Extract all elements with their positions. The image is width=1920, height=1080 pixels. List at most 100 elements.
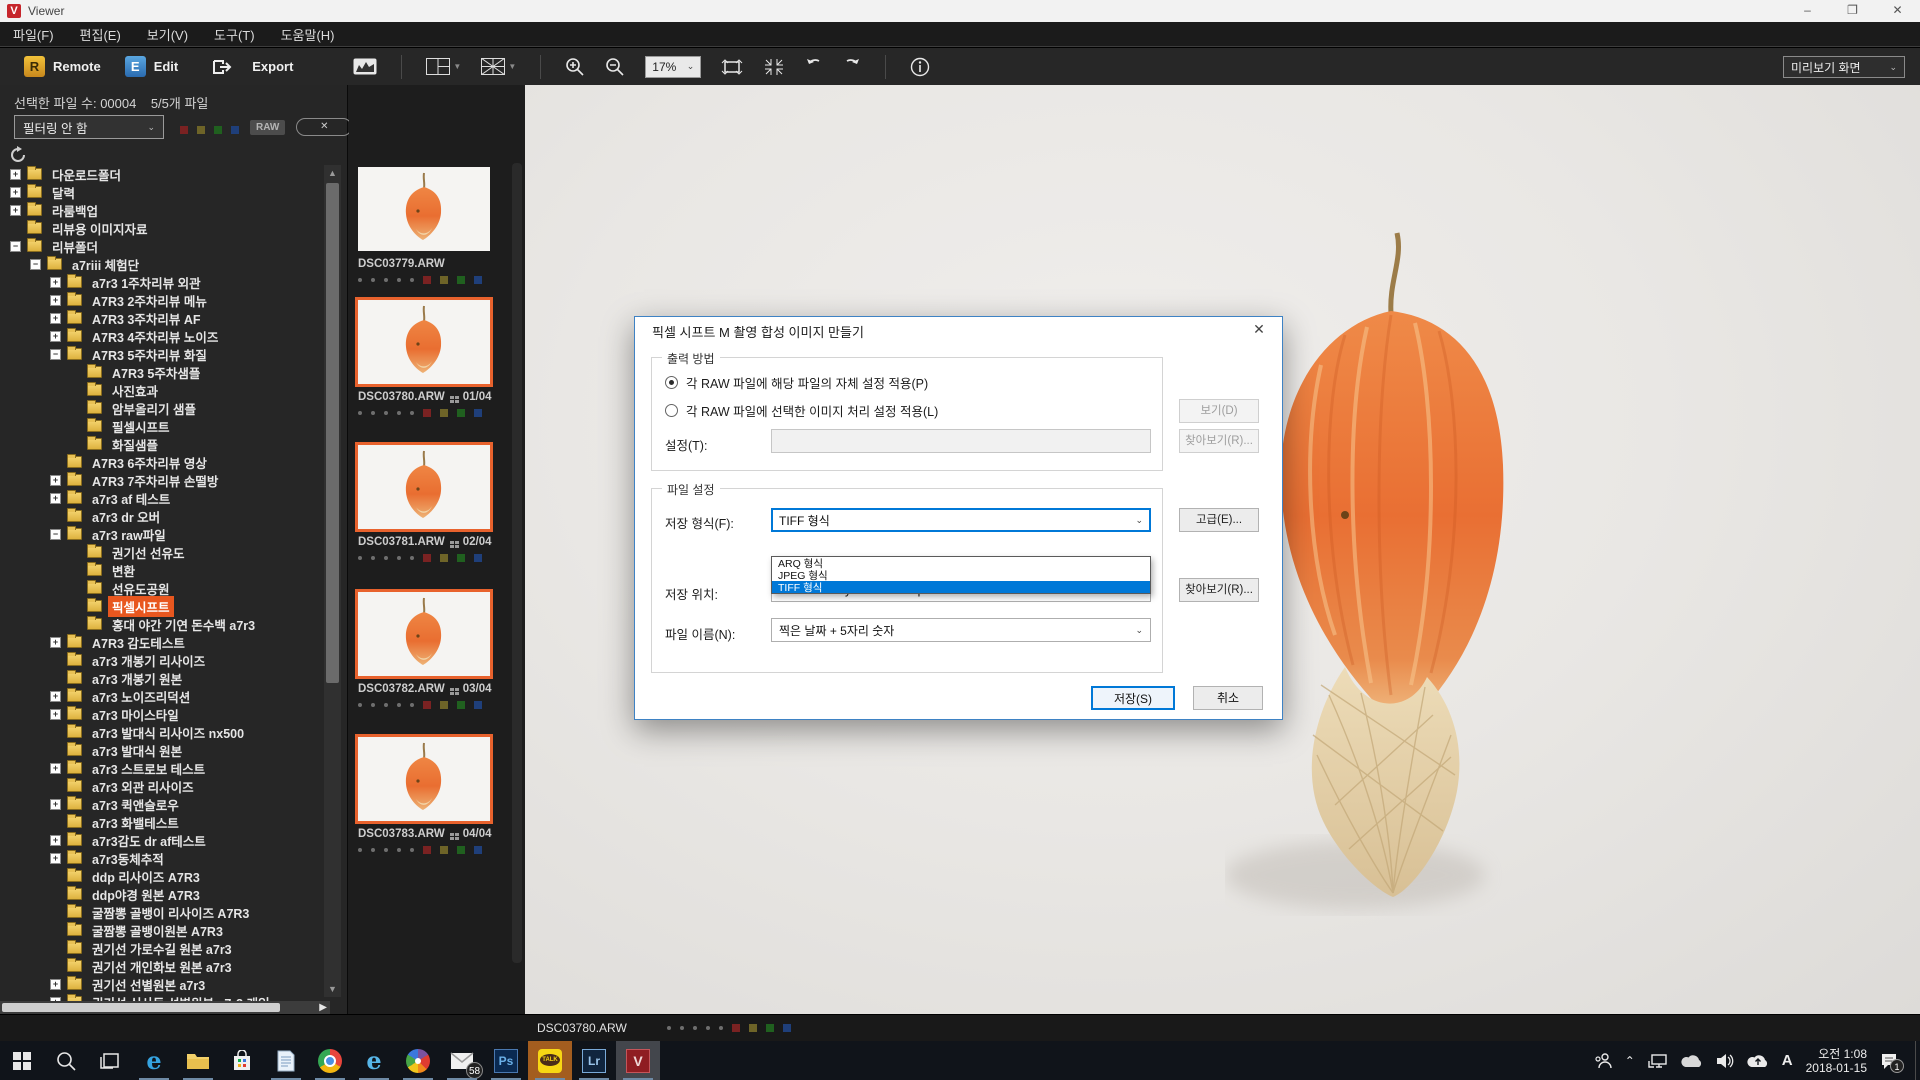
rating-dot[interactable] <box>384 703 388 707</box>
advanced-button[interactable]: 고급(E)... <box>1179 508 1259 532</box>
tree-folder-item[interactable]: + 권기선 선별원본 a7r3 <box>0 975 320 993</box>
thumbnail-image[interactable] <box>358 300 490 384</box>
rating-dot[interactable] <box>371 278 375 282</box>
tree-expander-icon[interactable]: + <box>50 637 61 648</box>
color-label-swatch[interactable] <box>423 554 431 562</box>
rating-dot[interactable] <box>358 556 362 560</box>
rating-dot[interactable] <box>693 1026 697 1030</box>
tree-expander-icon[interactable]: + <box>50 835 61 846</box>
scroll-up-arrow[interactable]: ▲ <box>324 165 341 181</box>
rating-dot[interactable] <box>358 278 362 282</box>
color-label-swatch[interactable] <box>457 409 465 417</box>
taskbar-clock[interactable]: 오전 1:08 2018-01-15 <box>1806 1047 1867 1075</box>
tree-folder-item[interactable]: a7r3 화밸테스트 <box>0 813 320 831</box>
menu-item[interactable]: 보기(V) <box>134 25 201 44</box>
viewer-app-icon[interactable]: V <box>616 1041 660 1080</box>
thumbnail-item[interactable]: DSC03783.ARW 04/04 <box>353 737 499 854</box>
color-label-swatch[interactable] <box>783 1024 791 1032</box>
tree-expander-icon[interactable]: + <box>50 709 61 720</box>
rotate-right-icon[interactable] <box>843 57 861 77</box>
tree-folder-item[interactable]: + A7R3 4주차리뷰 노이즈 <box>0 327 320 345</box>
menu-item[interactable]: 편집(E) <box>67 25 134 44</box>
rating-dot[interactable] <box>410 556 414 560</box>
menu-item[interactable]: 도움말(H) <box>268 25 348 44</box>
raw-filter-badge[interactable]: RAW <box>250 120 285 135</box>
thumbnail-marks[interactable] <box>358 846 499 854</box>
filter-select[interactable]: 필터링 안 함⌄ <box>14 115 164 139</box>
rating-dot[interactable] <box>397 411 401 415</box>
color-label-swatch[interactable] <box>766 1024 774 1032</box>
color-label-swatch[interactable] <box>440 276 448 284</box>
tree-folder-item[interactable]: a7r3 발대식 리사이즈 nx500 <box>0 723 320 741</box>
rating-dot[interactable] <box>410 278 414 282</box>
zoom-in-icon[interactable] <box>565 57 585 77</box>
filter-label-swatches[interactable] <box>180 126 239 134</box>
location-browse-button[interactable]: 찾아보기(R)... <box>1179 578 1259 602</box>
action-center-icon[interactable]: 1 <box>1880 1052 1898 1070</box>
tree-expander-icon[interactable]: + <box>50 313 61 324</box>
radio-selected-icon[interactable] <box>665 376 678 389</box>
tree-folder-item[interactable]: 권기선 개인화보 원본 a7r3 <box>0 957 320 975</box>
photoshop-icon[interactable]: Ps <box>484 1041 528 1080</box>
layout-split-icon[interactable]: ▼ <box>426 58 461 75</box>
close-button[interactable]: ✕ <box>1875 0 1920 22</box>
tree-expander-icon[interactable]: − <box>10 241 21 252</box>
radio-own-settings[interactable]: 각 RAW 파일에 해당 파일의 자체 설정 적용(P) <box>665 373 928 392</box>
lightroom-icon[interactable]: Lr <box>572 1041 616 1080</box>
rating-dot[interactable] <box>719 1026 723 1030</box>
tree-expander-icon[interactable]: − <box>50 529 61 540</box>
tree-folder-item[interactable]: 리뷰용 이미지자료 <box>0 219 320 237</box>
color-label-swatch[interactable] <box>440 701 448 709</box>
tree-folder-item[interactable]: + A7R3 2주차리뷰 메뉴 <box>0 291 320 309</box>
rating-dot[interactable] <box>358 411 362 415</box>
tree-folder-item[interactable]: 굴짬뽕 골뱅이 리사이즈 A7R3 <box>0 903 320 921</box>
export-button[interactable]: Export <box>202 58 293 76</box>
show-desktop-strip[interactable] <box>1915 1041 1916 1080</box>
save-format-select[interactable]: TIFF 형식⌄ <box>771 508 1151 532</box>
ime-indicator[interactable]: A <box>1782 1052 1793 1069</box>
compare-view-icon[interactable]: ▼ <box>481 58 516 75</box>
tree-expander-icon[interactable]: + <box>50 295 61 306</box>
menu-item[interactable]: 파일(F) <box>0 25 67 44</box>
tree-folder-item[interactable]: + a7r3감도 dr af테스트 <box>0 831 320 849</box>
current-file-marks[interactable] <box>667 1024 791 1032</box>
internet-explorer-icon[interactable]: e <box>352 1041 396 1080</box>
color-label-swatch[interactable] <box>457 846 465 854</box>
notepad-icon[interactable] <box>264 1041 308 1080</box>
radio-unselected-icon[interactable] <box>665 404 678 417</box>
compare-dropdown-arrow[interactable]: ▼ <box>508 62 516 71</box>
tree-folder-item[interactable]: 굴짬뽕 골뱅이원본 A7R3 <box>0 921 320 939</box>
color-label-swatch[interactable] <box>474 846 482 854</box>
tree-folder-item[interactable]: a7r3 개봉기 원본 <box>0 669 320 687</box>
tree-expander-icon[interactable]: + <box>10 169 21 180</box>
tree-folder-item[interactable]: 홍대 야간 기연 돈수백 a7r3 <box>0 615 320 633</box>
rating-dot[interactable] <box>358 848 362 852</box>
tree-expander-icon[interactable]: + <box>10 205 21 216</box>
rating-dot[interactable] <box>410 703 414 707</box>
edit-button[interactable]: E Edit <box>125 56 179 77</box>
tray-overflow-chevron[interactable]: ⌃ <box>1625 1054 1635 1068</box>
cloud-sync-icon[interactable] <box>1747 1053 1769 1068</box>
tree-folder-item[interactable]: + a7r3 마이스타일 <box>0 705 320 723</box>
thumbnail-item[interactable]: DSC03780.ARW 01/04 <box>353 300 499 417</box>
tree-expander-icon[interactable]: + <box>50 493 61 504</box>
tree-folder-item[interactable]: a7r3 dr 오버 <box>0 507 320 525</box>
tree-expander-icon[interactable]: + <box>50 853 61 864</box>
rating-dot[interactable] <box>358 703 362 707</box>
info-icon[interactable] <box>910 57 930 77</box>
color-label-swatch[interactable] <box>440 554 448 562</box>
tree-folder-item[interactable]: 사진효과 <box>0 381 320 399</box>
rating-dot[interactable] <box>667 1026 671 1030</box>
rating-dot[interactable] <box>410 411 414 415</box>
rating-dot[interactable] <box>371 411 375 415</box>
scrollbar-thumb[interactable] <box>2 1003 280 1012</box>
save-button[interactable]: 저장(S) <box>1091 686 1175 710</box>
task-view-icon[interactable] <box>88 1041 132 1080</box>
tree-folder-item[interactable]: 권기선 선유도 <box>0 543 320 561</box>
color-label-swatch[interactable] <box>474 554 482 562</box>
tree-folder-item[interactable]: 픽셀시프트 <box>0 597 320 615</box>
format-option[interactable]: TIFF 형식 <box>772 581 1150 593</box>
tree-folder-item[interactable]: + A7R3 3주차리뷰 AF <box>0 309 320 327</box>
rotate-left-icon[interactable] <box>805 57 823 77</box>
color-label-swatch[interactable] <box>197 126 205 134</box>
